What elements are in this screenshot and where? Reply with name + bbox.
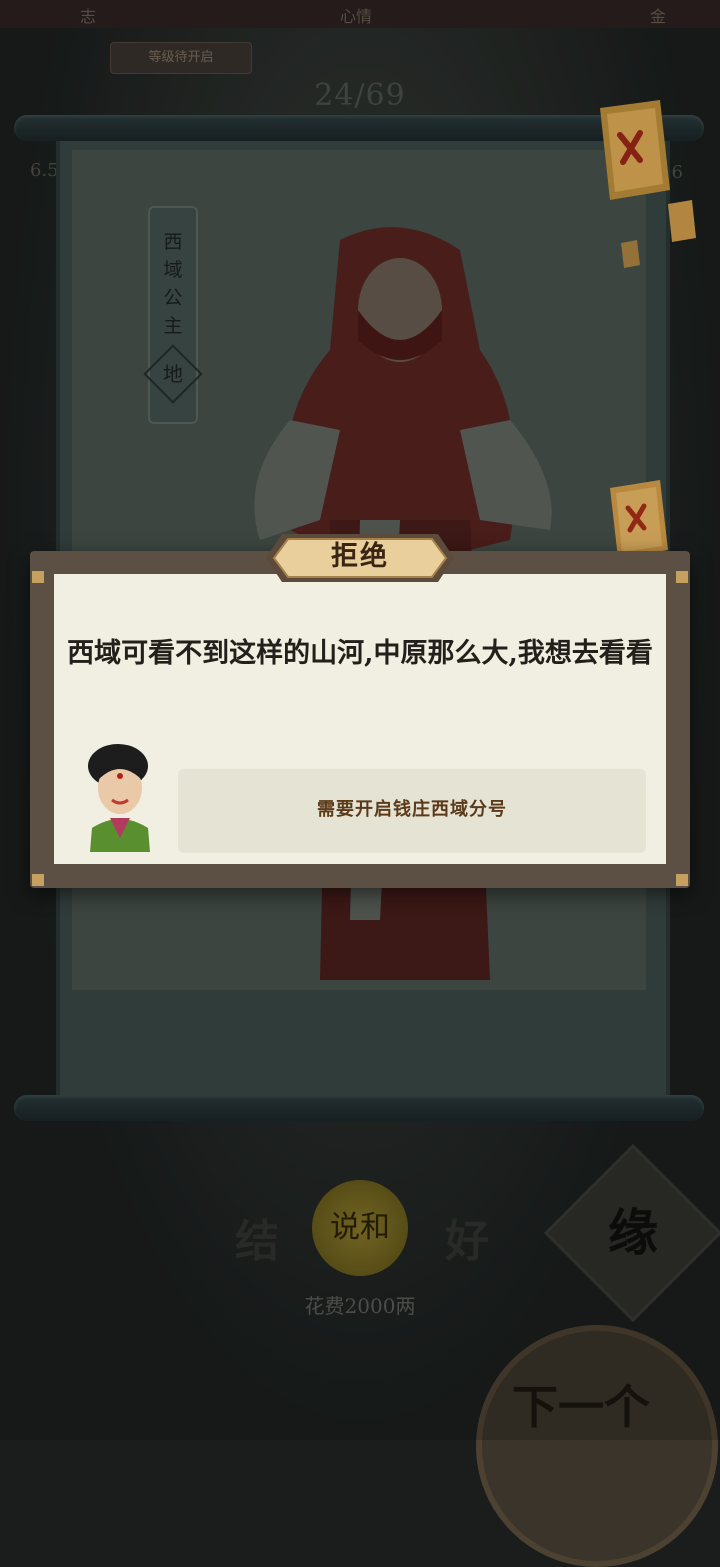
corner-ornament — [32, 571, 44, 583]
requirement-text: 需要开启钱庄西域分号 — [317, 799, 507, 820]
dialog-title: 拒绝 — [331, 541, 389, 572]
dialog-message: 西域可看不到这样的山河,中原那么大,我想去看看 — [67, 638, 653, 669]
corner-ornament — [676, 874, 688, 886]
corner-ornament — [32, 874, 44, 886]
corner-ornament — [676, 571, 688, 583]
npc-avatar — [88, 744, 150, 852]
